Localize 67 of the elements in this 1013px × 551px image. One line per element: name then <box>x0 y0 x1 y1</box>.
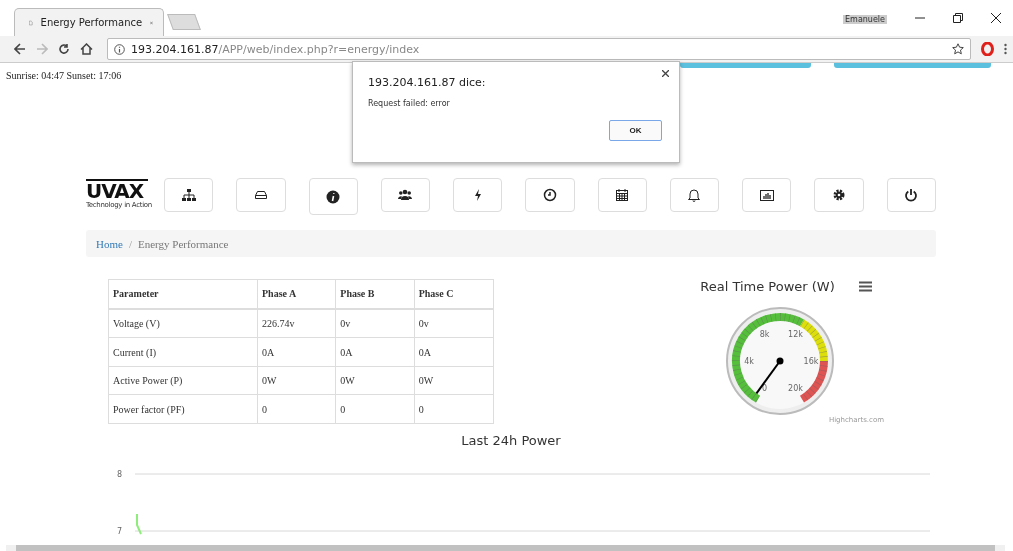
breadcrumb-current: Energy Performance <box>137 237 229 250</box>
nav-button[interactable] <box>886 178 936 212</box>
nav-button[interactable] <box>380 178 431 212</box>
info-icon <box>326 189 341 204</box>
table-cell: 0 <box>335 394 415 424</box>
gauge-title: Real Time Power (W) <box>700 279 835 294</box>
info-icon <box>114 43 125 55</box>
table-cell: Voltage (V) <box>108 308 258 338</box>
logo-text: UVAX <box>86 179 148 201</box>
menu-icon[interactable] <box>858 281 872 292</box>
dialog-message: Request failed: error <box>368 99 451 108</box>
chart-icon <box>759 188 774 202</box>
axis-tick-label: 8 <box>116 470 122 479</box>
address-field[interactable]: 193.204.161.87/APP/web/index.php?r=energy/index <box>107 38 971 60</box>
bell-icon <box>687 188 702 202</box>
restore-icon[interactable] <box>953 13 963 23</box>
table-cell: 226.74v <box>257 308 336 338</box>
table-cell: Current (I) <box>108 337 258 367</box>
browser-tab[interactable]: Energy Performance <box>14 8 164 36</box>
nav-button[interactable] <box>525 178 575 212</box>
back-icon[interactable] <box>14 43 26 55</box>
gear-icon <box>832 188 846 202</box>
column-header: Phase C <box>414 279 494 309</box>
table-cell: 0v <box>414 308 494 338</box>
table-cell: Power factor (PF) <box>108 394 258 424</box>
tab-title: Energy Performance <box>40 17 143 28</box>
sun-times: Sunrise: 04:47 Sunset: 17:06 <box>6 70 122 81</box>
nav-button[interactable] <box>236 178 286 212</box>
chart-line <box>136 513 142 535</box>
table-cell: 0W <box>257 366 336 395</box>
drive-icon <box>253 188 268 202</box>
nav-button[interactable] <box>308 178 358 215</box>
reload-icon[interactable] <box>58 43 70 55</box>
column-header: Parameter <box>108 279 258 309</box>
breadcrumb-link[interactable]: Home <box>96 237 123 250</box>
more-icon[interactable] <box>1004 43 1007 55</box>
sitemap-icon <box>181 188 196 202</box>
close-icon[interactable] <box>991 13 1001 23</box>
chart-title: Last 24h Power <box>460 433 562 448</box>
home-icon[interactable] <box>80 43 93 55</box>
power-icon <box>904 188 919 202</box>
table-cell: 0A <box>414 337 494 367</box>
dialog-title: 193.204.161.87 dice: <box>368 76 487 89</box>
ok-button[interactable]: OK <box>609 120 662 141</box>
table-cell: 0 <box>257 394 336 424</box>
nav-button[interactable] <box>164 178 214 212</box>
star-icon[interactable] <box>952 43 964 55</box>
calendar-icon <box>615 188 630 202</box>
axis-tick-label: 7 <box>116 527 122 536</box>
user-name: Emanuele <box>843 15 887 24</box>
scrollbar[interactable] <box>6 545 1005 551</box>
table-cell: 0v <box>335 308 415 338</box>
column-header: Phase B <box>335 279 415 309</box>
table-cell: 0A <box>257 337 336 367</box>
column-header: Phase A <box>257 279 336 309</box>
close-icon[interactable] <box>662 70 669 77</box>
clock-icon <box>542 188 557 202</box>
table-cell: Active Power (P) <box>108 366 258 395</box>
table-cell: 0 <box>414 394 494 424</box>
table-cell: 0A <box>335 337 415 367</box>
table-cell: 0W <box>335 366 415 395</box>
table-cell: 0W <box>414 366 494 395</box>
breadcrumb-separator: / <box>128 237 132 250</box>
nav-button[interactable] <box>742 178 792 212</box>
nav-button[interactable] <box>597 178 647 212</box>
nav-button[interactable] <box>814 178 864 212</box>
users-icon <box>398 188 413 202</box>
